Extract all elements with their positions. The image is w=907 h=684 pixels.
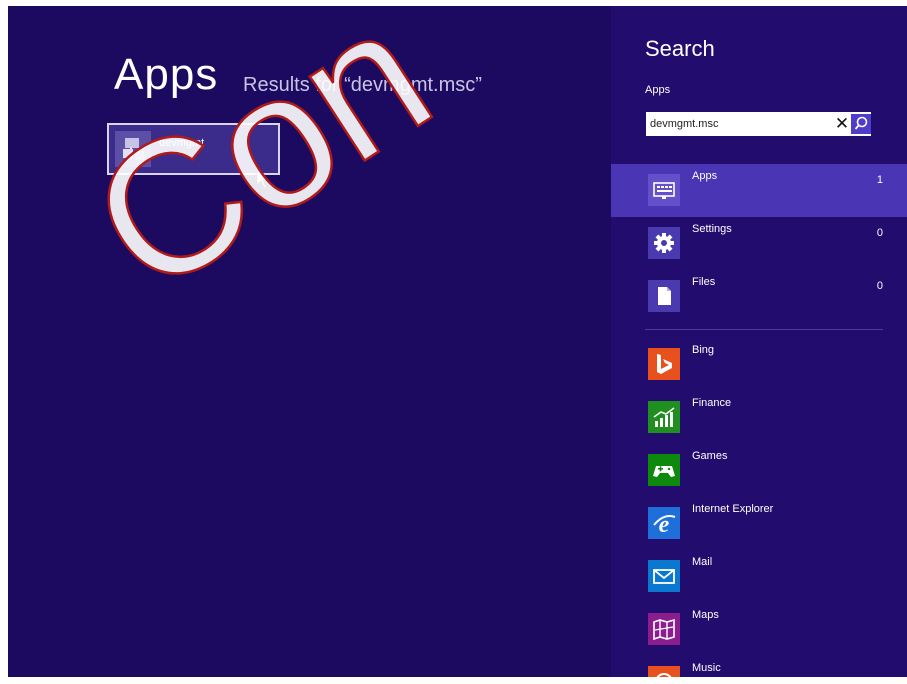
app-label: Finance	[692, 397, 732, 409]
search-charm-pane: Search Apps ✕ Apps	[611, 6, 907, 677]
internet-explorer-icon: e	[648, 507, 680, 539]
search-input[interactable]	[650, 115, 820, 133]
app-label: Mail	[692, 556, 713, 568]
search-charm-title: Search	[645, 36, 715, 61]
app-list-item-mail[interactable]: Mail	[611, 550, 907, 603]
search-results-pane: Apps Results for “devmgmt.msc” devmgmt	[8, 6, 611, 677]
app-list-item-bing[interactable]: Bing	[611, 338, 907, 391]
scope-label: Settings	[692, 223, 732, 235]
scope-item-settings[interactable]: Settings 0	[611, 217, 907, 270]
gear-icon	[648, 227, 680, 259]
app-list-item-music[interactable]: Music	[611, 656, 907, 677]
app-label: Maps	[692, 609, 719, 621]
scope-item-files[interactable]: Files 0	[611, 270, 907, 323]
search-icon[interactable]	[851, 114, 871, 134]
app-list-item-games[interactable]: Games	[611, 444, 907, 497]
app-list-item-finance[interactable]: Finance	[611, 391, 907, 444]
app-label: Games	[692, 450, 728, 462]
app-label: Internet Explorer	[692, 503, 774, 515]
file-icon	[648, 280, 680, 312]
results-heading: Apps	[114, 50, 219, 99]
mouse-cursor-icon	[256, 167, 270, 195]
games-icon	[648, 454, 680, 486]
search-box: ✕	[646, 112, 871, 136]
apps-icon	[648, 174, 680, 206]
app-list-item-internet-explorer[interactable]: e Internet Explorer	[611, 497, 907, 550]
search-scope-label: Apps	[645, 84, 671, 96]
scope-count: 0	[876, 280, 883, 292]
scope-count: 1	[876, 174, 883, 186]
bing-icon	[648, 348, 680, 380]
windows-start-search-screen: Apps Results for “devmgmt.msc” devmgmt S…	[8, 6, 907, 677]
app-label: Music	[692, 662, 721, 674]
device-manager-icon	[115, 131, 151, 167]
app-result-tile-devmgmt[interactable]: devmgmt	[107, 123, 280, 175]
app-list-item-maps[interactable]: Maps	[611, 603, 907, 656]
music-icon	[648, 666, 680, 677]
results-query-text: Results for “devmgmt.msc”	[243, 74, 482, 96]
scope-count: 0	[876, 227, 883, 239]
maps-icon	[648, 613, 680, 645]
scope-item-apps[interactable]: Apps 1	[611, 164, 907, 217]
finance-icon	[648, 401, 680, 433]
app-result-label: devmgmt	[159, 137, 205, 149]
scope-divider	[645, 329, 883, 330]
scope-label: Files	[692, 276, 716, 288]
scope-label: Apps	[692, 170, 718, 182]
app-label: Bing	[692, 344, 715, 356]
close-icon[interactable]: ✕	[834, 112, 850, 136]
mail-icon	[648, 560, 680, 592]
